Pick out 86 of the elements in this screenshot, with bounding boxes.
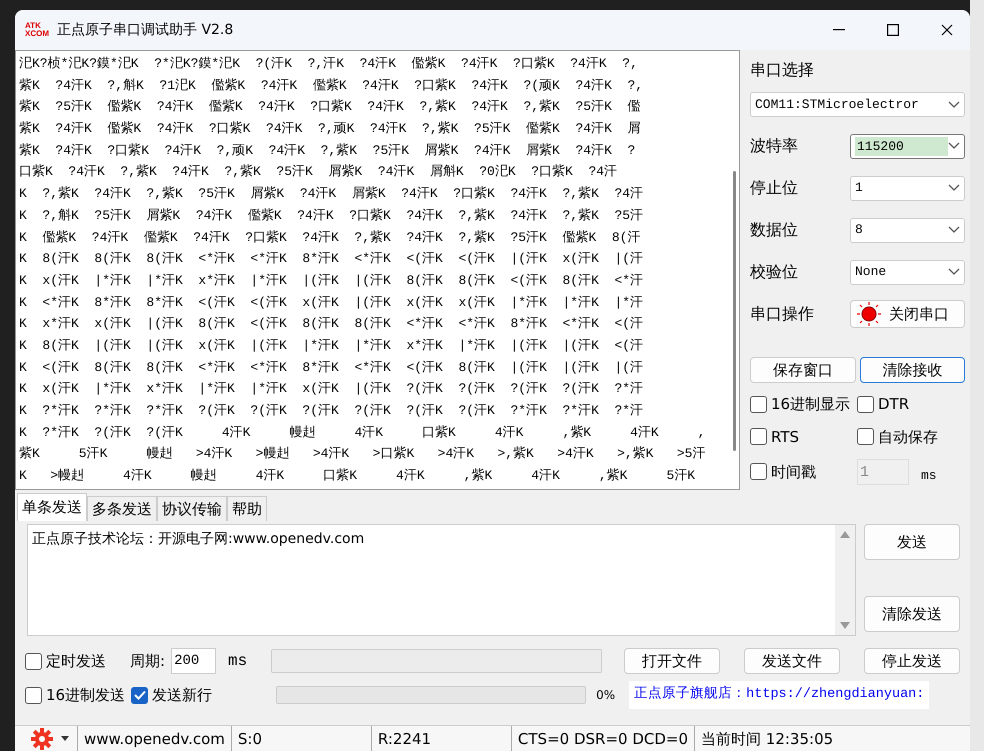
caret-icon: [948, 100, 960, 108]
setting-label: 串口操作: [750, 303, 814, 325]
checkbox[interactable]: [857, 428, 874, 446]
button[interactable]: 清除接收: [860, 357, 965, 383]
send-text-field[interactable]: 正点原子技术论坛：开源电子网:www.openedv.com: [27, 524, 856, 636]
dropdown[interactable]: COM11:STMicroelectror: [750, 92, 965, 117]
checkbox-label: 发送新行: [152, 684, 212, 706]
received-text-line: K x*汗K x(汗K |(汗K 8(汗K <(汗K 8(汗K 8(汗K <*汗K <*汗K 8*汗K <*汗K <(汗: [19, 315, 644, 334]
file-path-field[interactable]: [271, 649, 602, 673]
minimize-icon: [833, 29, 845, 31]
settings-icon[interactable]: [31, 728, 53, 750]
caret-icon: [948, 268, 960, 276]
button[interactable]: 打开文件: [624, 648, 720, 674]
received-text-line: K ?,紫K ?4汗K ?,紫K ?5汗K 屑紫K ?4汗K 屑紫K ?4汗K ?口紫K ?4汗K ?,紫K ?4汗: [19, 185, 644, 204]
received-text-line: 汜K?桢*汜K?鏌*汜K ?*汜K?鏌*汜K ?(汗K ?,汗K ?4汗K 儖紫K ?4汗K ?口紫K ?4汗K ?,: [19, 55, 639, 73]
received-text-line: K 8(汗K 8(汗K 8(汗K <*汗K <*汗K 8*汗K <*汗K <(汗K <(汗K |(汗K x(汗K |(汗: [19, 250, 644, 268]
status-text: 当前时间 12:35:05: [700, 729, 834, 750]
checkbox[interactable]: [25, 652, 42, 670]
checkbox-label: 16进制发送: [46, 684, 126, 706]
received-text-line: K ?*汗K ?*汗K ?*汗K ?(汗K ?(汗K ?(汗K ?(汗K ?(汗K ?(汗K ?*汗K ?*汗K ?*汗: [19, 402, 644, 420]
setting-label: 波特率: [750, 135, 798, 157]
port-label: 串口选择: [750, 59, 815, 81]
received-text-line: 紫K ?4汗K ?口紫K ?4汗K ?,顽K ?4汗K ?,紫K ?5汗K 屑紫K ?4汗K 屑紫K ?4汗K ?: [19, 142, 636, 160]
maximize-icon: [887, 24, 899, 36]
progress-label: 0%: [596, 687, 616, 704]
scrollbar[interactable]: [733, 171, 736, 451]
checkbox-label: 自动保存: [878, 426, 938, 448]
caret-icon: [948, 184, 960, 192]
caret-icon: [948, 142, 960, 150]
period-label: 周期:: [130, 650, 166, 672]
checkbox[interactable]: [131, 686, 148, 704]
received-text-line: 紫K ?4汗K 儖紫K ?4汗K ?口紫K ?4汗K ?,顽K ?4汗K ?,紫K ?5汗K 儖紫K ?4汗K 屑: [19, 120, 642, 138]
dropdown[interactable]: None: [850, 260, 965, 284]
shop-link[interactable]: 正点原子旗舰店：https://zhengdianyuan:: [629, 680, 930, 710]
received-text-line: K x(汗K |*汗K x*汗K |*汗K |*汗K x(汗K |(汗K ?(汗K ?(汗K ?(汗K ?(汗K ?*汗: [19, 380, 644, 398]
button[interactable]: 发送文件: [744, 648, 840, 674]
dropdown[interactable]: 8: [850, 218, 965, 242]
tab[interactable]: 帮助: [227, 496, 267, 521]
checkbox-label: 16进制显示: [771, 394, 850, 415]
received-text-line: K ?,斛K ?5汗K 屑紫K ?4汗K 儖紫K ?4汗K ?口紫K ?4汗K ?,紫K ?4汗K ?,紫K ?5汗: [19, 206, 644, 225]
tab[interactable]: 多条发送: [87, 496, 157, 521]
checkbox[interactable]: [750, 463, 767, 480]
status-text: R:2241: [372, 726, 512, 751]
button[interactable]: 保存窗口: [750, 357, 856, 383]
caret-icon[interactable]: [61, 736, 69, 741]
close-port-button[interactable]: 关闭串口: [850, 300, 965, 328]
window-title: 正点原子串口调试助手 V2.8: [57, 20, 234, 40]
unit-label: ms: [921, 467, 937, 485]
button[interactable]: 发送: [864, 524, 960, 560]
dropdown[interactable]: 1: [850, 176, 965, 200]
checkbox[interactable]: [750, 396, 767, 413]
tab[interactable]: 协议传输: [157, 496, 227, 521]
setting-label: 数据位: [750, 219, 798, 241]
checkbox[interactable]: [857, 396, 874, 413]
received-text-line: K ?*汗K ?(汗K ?(汗K 4汗K 幔赳 4汗K 口紫K 4汗K ,紫K 4汗K ,: [19, 424, 706, 442]
receive-area[interactable]: [15, 50, 740, 490]
setting-label: 停止位: [750, 177, 798, 199]
received-text-line: 口紫K ?4汗K ?,紫K ?4汗K ?,紫K ?5汗K 屑紫K ?4汗K 屑斛K ?0汜K ?口紫K ?4汗: [19, 163, 618, 182]
dropdown[interactable]: 115200: [850, 134, 965, 158]
status-text: CTS=0 DSR=0 DCD=0: [512, 726, 696, 751]
status-text: www.openedv.com: [78, 726, 232, 751]
received-text-line: K x(汗K |*汗K |*汗K x*汗K |*汗K |(汗K |(汗K 8(汗K 8(汗K <(汗K 8(汗K <*汗: [19, 272, 644, 290]
button[interactable]: 停止发送: [864, 648, 960, 674]
period-field[interactable]: 200: [171, 648, 216, 674]
received-text-line: K >幔赳 4汗K 幔赳 4汗K 口紫K 4汗K ,紫K 4汗K ,紫K 5汗K: [19, 467, 696, 486]
status-text: S:0: [232, 726, 372, 751]
received-text-line: K <(汗K 8(汗K 8(汗K <*汗K <*汗K 8*汗K <*汗K <(汗K 8(汗K |(汗K |(汗K |(汗: [19, 358, 644, 377]
checkbox-label: 定时发送: [46, 650, 106, 672]
checkbox-label: DTR: [878, 394, 910, 415]
unit-label: ms: [228, 651, 248, 672]
checkbox-label: RTS: [771, 426, 800, 448]
setting-label: 校验位: [750, 261, 798, 283]
received-text-line: K 儖紫K ?4汗K 儖紫K ?4汗K ?口紫K ?4汗K ?,紫K ?4汗K ?,紫K ?5汗K 儖紫K 8(汗: [19, 228, 642, 246]
logo: ATK XCOM: [25, 22, 49, 38]
checkbox-label: 时间戳: [771, 462, 816, 482]
close-icon: [941, 24, 953, 36]
received-text-line: 紫K 5汗K 幔赳 >4汗K >幔赳 >4汗K >口紫K >4汗K >,紫K >4汗K >,紫K >5汗: [19, 445, 706, 464]
button[interactable]: 清除发送: [864, 596, 960, 632]
received-text-line: K 8(汗K |(汗K |(汗K x(汗K |(汗K |*汗K |*汗K x*汗K |*汗K |(汗K |(汗K <(汗: [19, 336, 644, 355]
checkbox[interactable]: [750, 428, 767, 446]
checkbox[interactable]: [25, 686, 42, 704]
received-text-line: K <*汗K 8*汗K 8*汗K <(汗K <(汗K x(汗K |(汗K x(汗K x(汗K |*汗K |*汗K |*汗: [19, 294, 644, 312]
caret-icon: [948, 226, 960, 234]
tab[interactable]: 单条发送: [17, 493, 87, 521]
received-text-line: 紫K ?5汗K 儖紫K ?4汗K 儖紫K ?4汗K ?口紫K ?4汗K ?,紫K ?4汗K ?,紫K ?5汗K 儖: [19, 98, 642, 116]
received-text-line: 紫K ?4汗K ?,斛K ?1汜K 儖紫K ?4汗K 儖紫K ?4汗K ?口紫K ?4汗K ?(顽K ?4汗K ?,: [19, 76, 644, 95]
